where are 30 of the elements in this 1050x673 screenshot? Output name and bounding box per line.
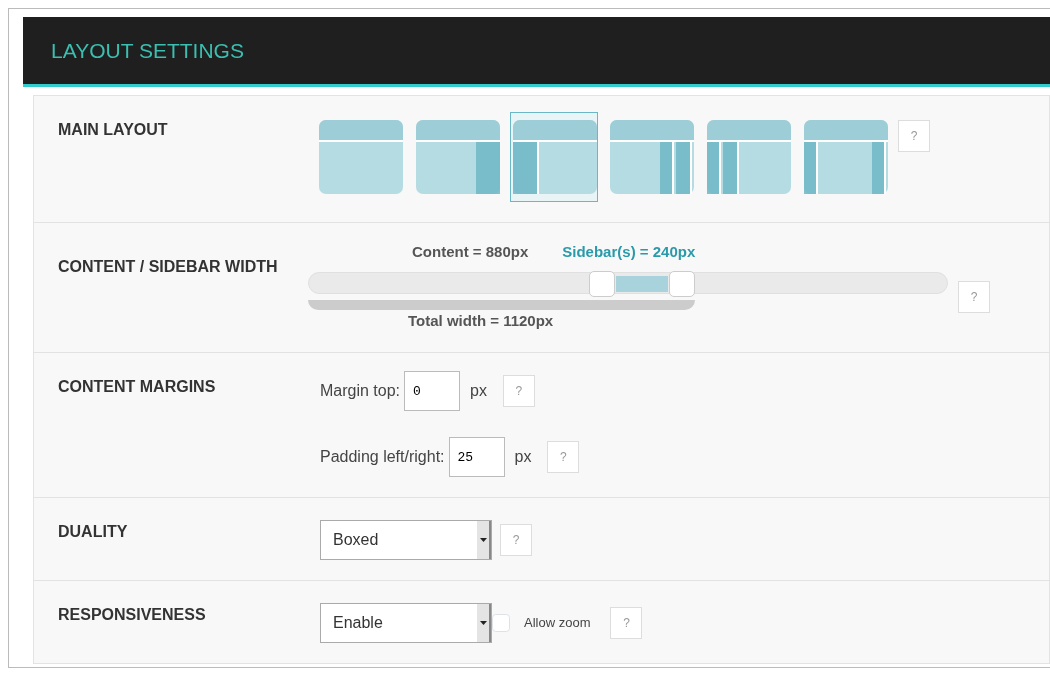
- caret-icon: [477, 521, 491, 559]
- slider-handle[interactable]: [589, 270, 616, 297]
- checkbox-label: Allow zoom: [524, 614, 591, 633]
- help-button[interactable]: ?: [547, 441, 580, 473]
- field-label: Padding left/right:: [320, 447, 445, 467]
- slider-handle[interactable]: [669, 270, 696, 297]
- select-dropdown[interactable]: Enable: [320, 603, 492, 643]
- sidebar-width-text: Sidebar(s) = 240px: [562, 242, 696, 262]
- unit-label: px: [514, 447, 532, 467]
- setting-label: DUALITY: [58, 522, 129, 542]
- help-button[interactable]: ?: [500, 524, 532, 556]
- caret-icon: [477, 604, 491, 642]
- help-button[interactable]: ?: [502, 375, 535, 407]
- layout-option[interactable]: [510, 112, 598, 202]
- checkbox[interactable]: [492, 614, 510, 632]
- slider-range: [616, 275, 669, 292]
- field-label: Margin top:: [320, 381, 401, 401]
- unit-label: px: [470, 381, 487, 401]
- select-dropdown[interactable]: Boxed: [320, 520, 492, 560]
- help-button[interactable]: ?: [610, 607, 643, 639]
- content-width-text: Content = 880px: [412, 242, 529, 262]
- setting-label: RESPONSIVENESS: [58, 605, 207, 625]
- number-field[interactable]: 0: [404, 371, 461, 411]
- total-width-text: Total width = 1120px: [408, 310, 555, 331]
- setting-label: MAIN LAYOUT: [58, 120, 169, 140]
- section-title: LAYOUT SETTINGS: [51, 37, 244, 64]
- setting-label: CONTENT / SIDEBAR WIDTH: [58, 257, 279, 277]
- help-button[interactable]: ?: [958, 280, 990, 313]
- number-field[interactable]: 25: [448, 437, 505, 477]
- help-button[interactable]: ?: [898, 120, 930, 152]
